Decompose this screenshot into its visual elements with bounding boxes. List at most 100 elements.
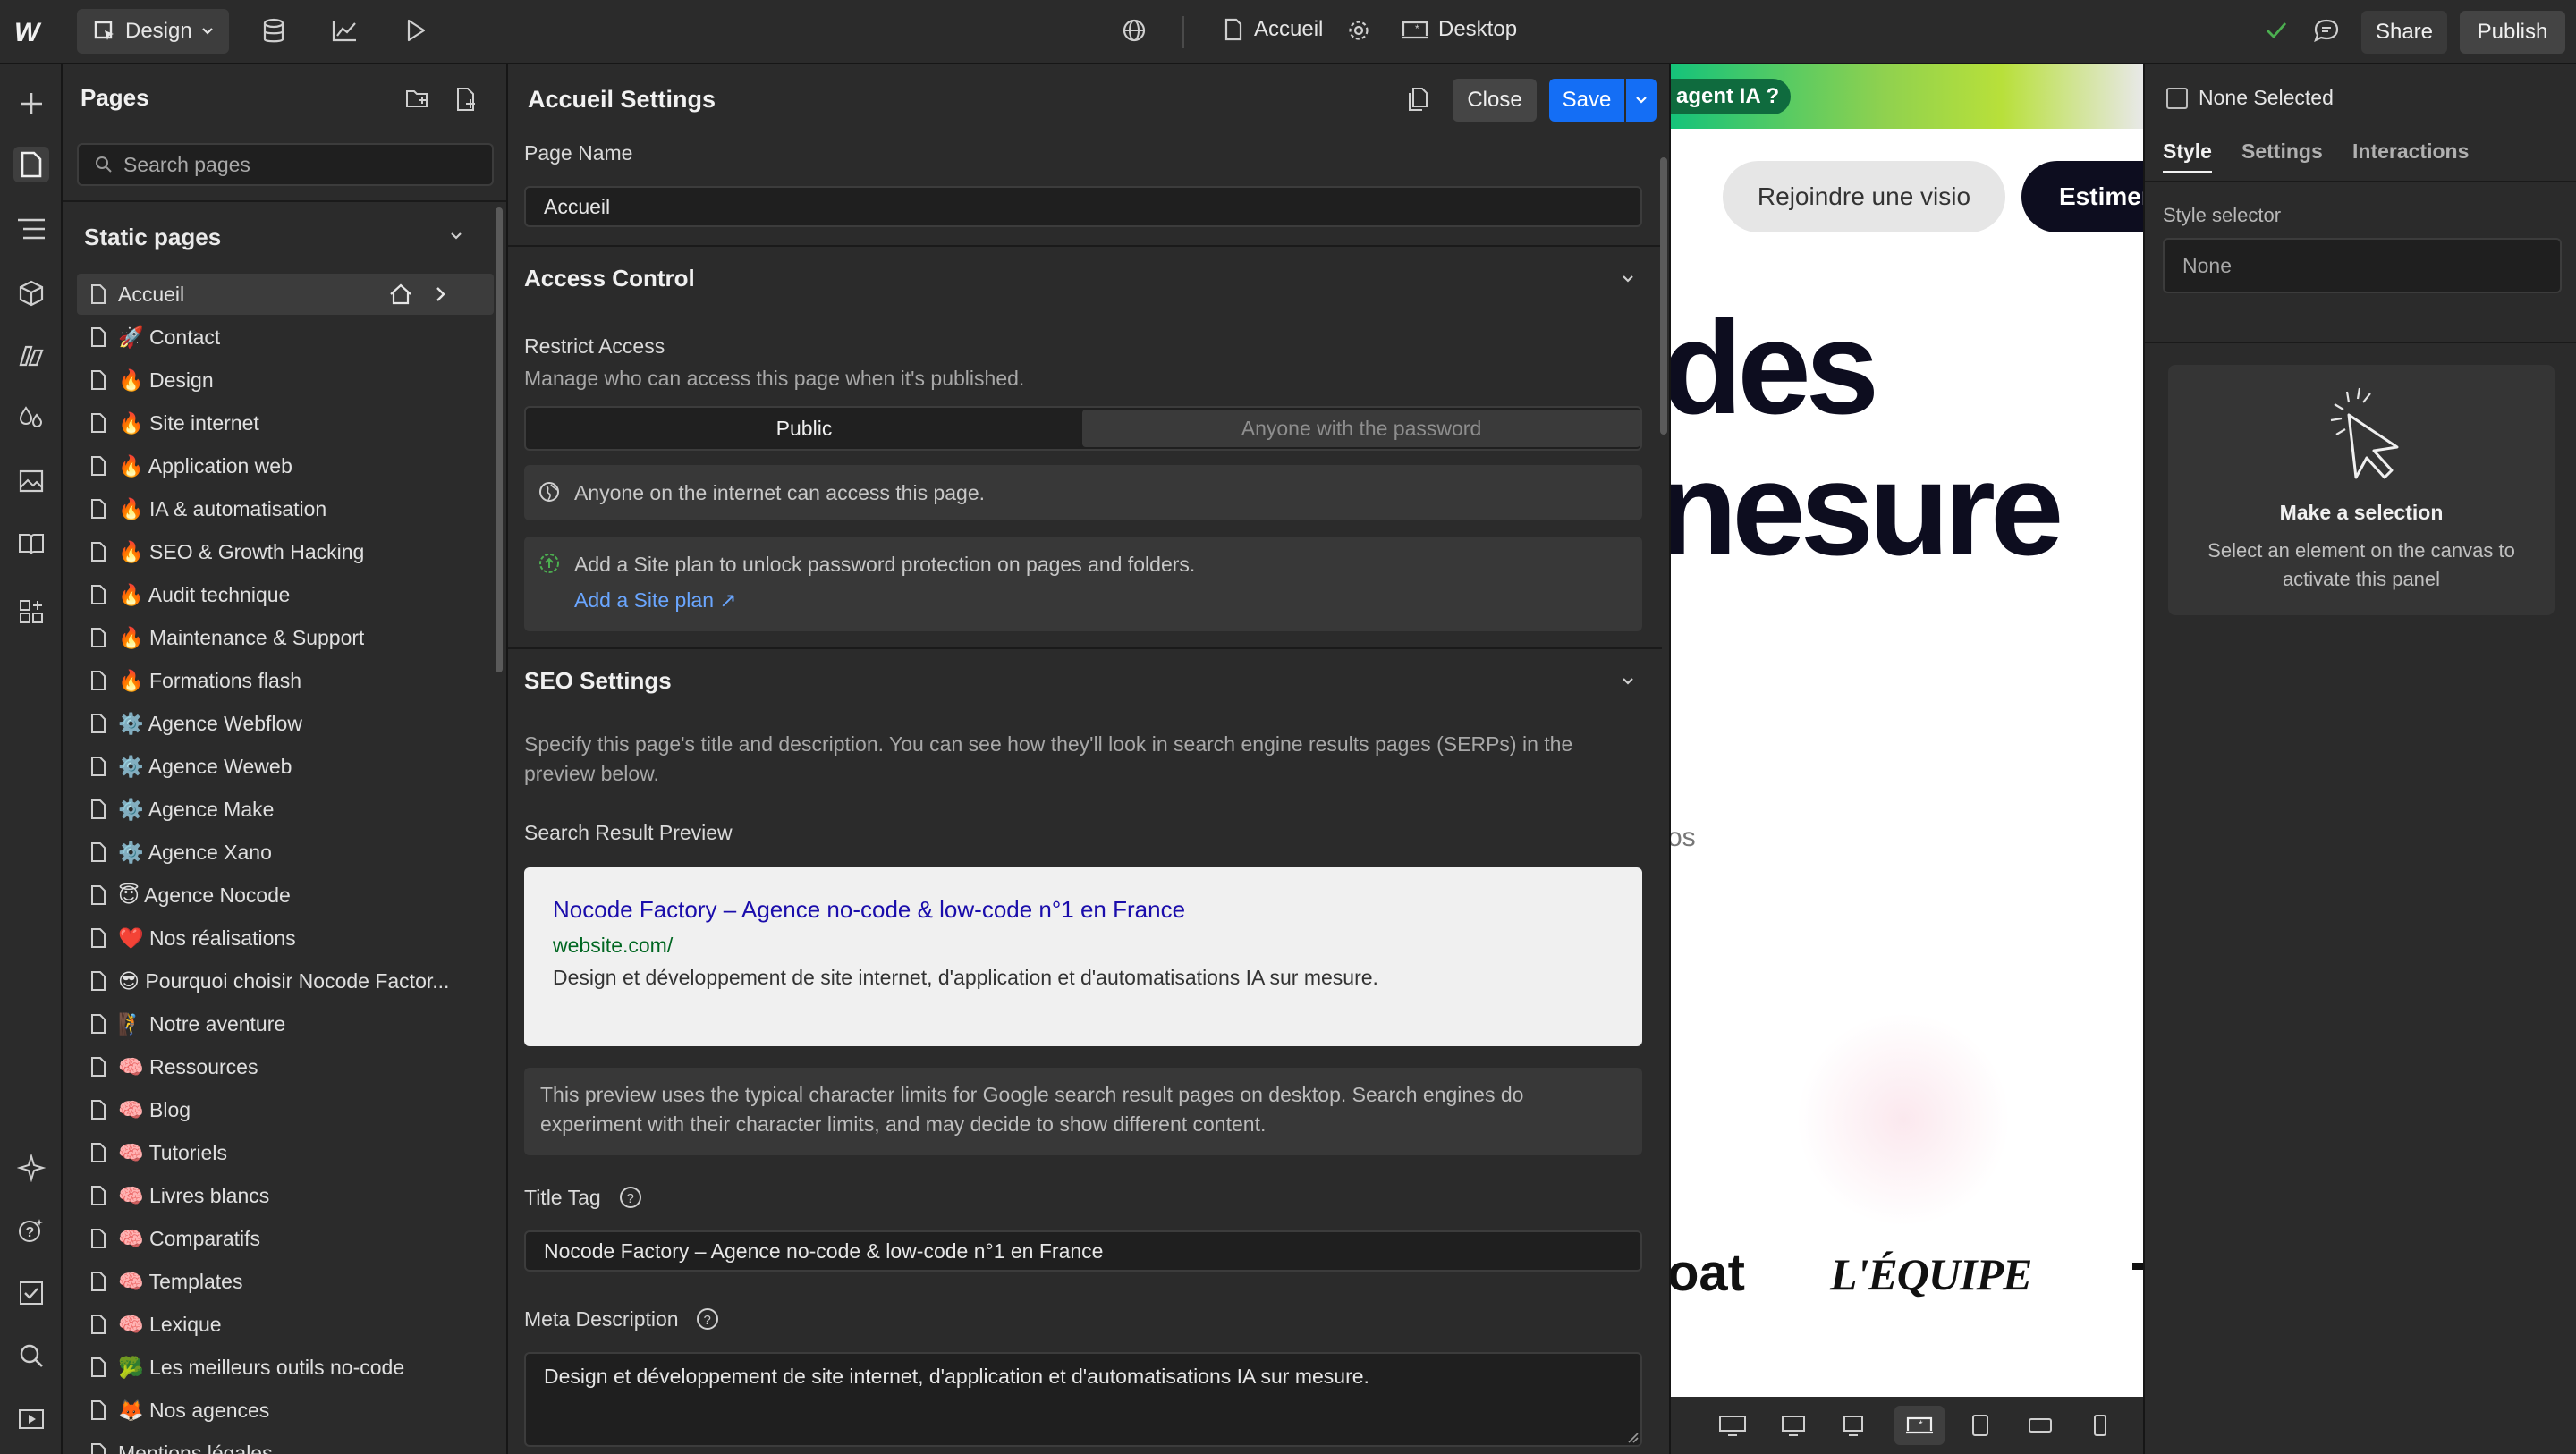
page-settings-gear-icon[interactable]: [1347, 19, 1370, 42]
new-page-icon[interactable]: [454, 86, 479, 113]
estimate-button[interactable]: Estimer: [2021, 161, 2143, 232]
ai-assistant-sparkle-icon[interactable]: [13, 1150, 49, 1186]
page-list-item[interactable]: 🔥 Site internet: [77, 402, 494, 444]
save-options-chevron-icon[interactable]: [1626, 79, 1657, 122]
share-button[interactable]: Share: [2361, 11, 2447, 54]
page-list-item[interactable]: 🧠 Blog: [77, 1089, 494, 1130]
page-list-item[interactable]: 🧠 Ressources: [77, 1046, 494, 1087]
page-list-item[interactable]: ⚙️ Agence Xano: [77, 832, 494, 873]
meta-description-textarea[interactable]: Design et développement de site internet…: [524, 1352, 1642, 1447]
style-manager-icon[interactable]: [13, 338, 49, 374]
search-pages-input[interactable]: Search pages: [77, 143, 494, 186]
breakpoint-selector[interactable]: * Desktop: [1401, 17, 1517, 42]
breakpoint-large-icon[interactable]: [1841, 1413, 1866, 1438]
page-list-item[interactable]: 🔥 Design: [77, 359, 494, 401]
publish-button[interactable]: Publish: [2460, 11, 2565, 54]
chevron-down-icon[interactable]: [1621, 676, 1635, 687]
page-list-item[interactable]: Mentions légales: [77, 1433, 494, 1454]
close-button[interactable]: Close: [1453, 79, 1537, 122]
page-list-item[interactable]: Accueil: [77, 274, 494, 315]
resize-handle-icon[interactable]: [1624, 1429, 1639, 1443]
help-question-icon[interactable]: ?: [696, 1307, 719, 1331]
breakpoint-tablet-icon[interactable]: [1970, 1413, 1991, 1438]
chevron-down-icon[interactable]: [449, 231, 463, 241]
page-list-item[interactable]: 😎 Pourquoi choisir Nocode Factor...: [77, 960, 494, 1002]
breakpoint-xl-icon[interactable]: [1780, 1413, 1807, 1438]
page-name-input[interactable]: Accueil: [524, 186, 1642, 227]
design-canvas[interactable]: agent IA ? Rejoindre une visio Estimer d…: [1671, 64, 2143, 1397]
page-item-label: 🧠 Lexique: [118, 1312, 222, 1336]
selection-checkbox[interactable]: [2166, 88, 2188, 109]
assets-image-icon[interactable]: [13, 463, 49, 499]
pages-panel: Pages Search pages Static pages Accueil 🚀…: [63, 64, 508, 1454]
page-list-item[interactable]: 🔥 SEO & Growth Hacking: [77, 531, 494, 572]
page-list-item[interactable]: 🔥 Maintenance & Support: [77, 617, 494, 658]
variables-drops-icon[interactable]: [13, 401, 49, 436]
navigator-icon[interactable]: [13, 211, 49, 247]
page-list-item[interactable]: 🧠 Templates: [77, 1261, 494, 1302]
page-list-item[interactable]: 🧗 Notre aventure: [77, 1003, 494, 1044]
page-list-item[interactable]: 🔥 Formations flash: [77, 660, 494, 701]
breakpoint-mobile-portrait-icon[interactable]: [2091, 1413, 2109, 1438]
preview-play-icon[interactable]: [404, 18, 428, 43]
help-question-icon[interactable]: ?: [619, 1186, 642, 1209]
join-visio-button[interactable]: Rejoindre une visio: [1723, 161, 2005, 232]
style-selector-input[interactable]: None: [2163, 238, 2562, 293]
tab-settings[interactable]: Settings: [2241, 139, 2323, 164]
breakpoint-desktop-icon[interactable]: *: [1894, 1406, 1945, 1445]
current-page-selector[interactable]: Accueil: [1224, 17, 1323, 42]
breakpoint-mobile-landscape-icon[interactable]: [2027, 1415, 2054, 1436]
components-cube-icon[interactable]: [13, 275, 49, 311]
help-question-icon[interactable]: ?: [13, 1213, 49, 1248]
globe-icon[interactable]: [1122, 18, 1147, 43]
banner-badge[interactable]: agent IA ?: [1671, 79, 1791, 114]
page-list-item[interactable]: 🧠 Comparatifs: [77, 1218, 494, 1259]
cms-book-icon[interactable]: [13, 526, 49, 562]
page-list-item[interactable]: ⚙️ Agence Webflow: [77, 703, 494, 744]
page-list-item[interactable]: 🧠 Lexique: [77, 1304, 494, 1345]
page-list-item[interactable]: 😇 Agence Nocode: [77, 875, 494, 916]
add-site-plan-link[interactable]: Add a Site plan ↗: [574, 588, 737, 613]
access-public-option[interactable]: Public: [528, 410, 1080, 447]
pages-scrollbar[interactable]: [496, 207, 503, 672]
page-list-item[interactable]: 🥦 Les meilleurs outils no-code: [77, 1347, 494, 1388]
page-list-item[interactable]: 🔥 Audit technique: [77, 574, 494, 615]
cms-database-icon[interactable]: [261, 18, 286, 45]
tab-style[interactable]: Style: [2163, 139, 2212, 173]
preview-note: This preview uses the typical character …: [540, 1083, 1524, 1136]
page-list-item[interactable]: 🧠 Livres blancs: [77, 1175, 494, 1216]
video-tutorials-icon[interactable]: [13, 1400, 49, 1436]
page-list-item[interactable]: 🧠 Tutoriels: [77, 1132, 494, 1173]
mode-dropdown[interactable]: Design: [77, 9, 229, 54]
page-item-label: 🥦 Les meilleurs outils no-code: [118, 1355, 405, 1379]
page-list-item[interactable]: 🚀 Contact: [77, 317, 494, 358]
duplicate-page-icon[interactable]: [1406, 86, 1429, 113]
audit-checklist-icon[interactable]: [13, 1275, 49, 1311]
analytics-chart-icon[interactable]: [331, 18, 358, 43]
comments-icon[interactable]: [2313, 18, 2340, 43]
access-password-option[interactable]: Anyone with the password: [1082, 410, 1640, 447]
save-button[interactable]: Save: [1549, 79, 1624, 122]
page-list-item[interactable]: 🔥 IA & automatisation: [77, 488, 494, 529]
page-list-item[interactable]: 🦊 Nos agences: [77, 1390, 494, 1431]
page-list-item[interactable]: ⚙️ Agence Make: [77, 789, 494, 830]
page-list-item[interactable]: ⚙️ Agence Weweb: [77, 746, 494, 787]
page-list-item[interactable]: ❤️ Nos réalisations: [77, 917, 494, 959]
pages-panel-icon[interactable]: [13, 147, 49, 182]
title-tag-input[interactable]: Nocode Factory – Agence no-code & low-co…: [524, 1230, 1642, 1272]
webflow-logo-icon[interactable]: W: [14, 16, 48, 48]
page-icon: [89, 627, 107, 648]
tab-interactions[interactable]: Interactions: [2352, 139, 2469, 164]
new-folder-icon[interactable]: [404, 86, 431, 111]
search-icon[interactable]: [13, 1338, 49, 1374]
search-preview-label: Search Result Preview: [524, 821, 733, 844]
apps-grid-icon[interactable]: [13, 594, 49, 630]
add-elements-plus-icon[interactable]: [13, 86, 49, 122]
settings-scrollbar[interactable]: [1660, 157, 1667, 435]
divider: [508, 245, 1662, 247]
chevron-down-icon[interactable]: [1621, 274, 1635, 284]
page-settings-chevron-icon[interactable]: [435, 285, 447, 303]
breakpoint-xxl-icon[interactable]: [1717, 1413, 1748, 1438]
divider: [63, 200, 506, 202]
page-list-item[interactable]: 🔥 Application web: [77, 445, 494, 486]
